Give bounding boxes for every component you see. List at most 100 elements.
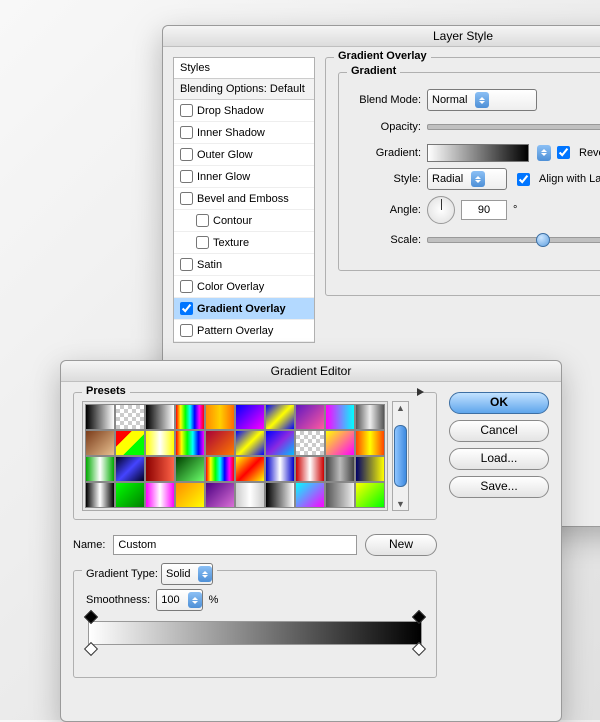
preset-swatch[interactable] (175, 430, 205, 456)
preset-swatch[interactable] (235, 482, 265, 508)
preset-swatch[interactable] (265, 482, 295, 508)
effect-checkbox[interactable] (180, 170, 193, 183)
color-stop-right[interactable] (412, 642, 426, 656)
save-button[interactable]: Save... (449, 476, 549, 498)
effect-checkbox[interactable] (180, 104, 193, 117)
preset-swatch[interactable] (325, 430, 355, 456)
blending-options-row[interactable]: Blending Options: Default (174, 79, 314, 100)
preset-swatch[interactable] (145, 404, 175, 430)
reverse-label: Reverse (579, 147, 600, 159)
angle-field[interactable] (461, 200, 507, 220)
preset-swatch[interactable] (235, 430, 265, 456)
preset-swatch[interactable] (205, 430, 235, 456)
scale-slider[interactable] (427, 237, 600, 243)
preset-swatch[interactable] (175, 404, 205, 430)
scroll-up-icon[interactable]: ▲ (396, 403, 405, 413)
presets-scrollbar[interactable]: ▲ ▼ (392, 401, 409, 511)
effect-checkbox[interactable] (180, 302, 193, 315)
cancel-button[interactable]: Cancel (449, 420, 549, 442)
effect-row-gradient-overlay[interactable]: Gradient Overlay (174, 298, 314, 320)
preset-swatch[interactable] (85, 482, 115, 508)
type-select[interactable]: Solid (161, 563, 213, 585)
new-button[interactable]: New (365, 534, 437, 556)
reverse-checkbox[interactable] (557, 146, 570, 159)
effect-row-inner-shadow[interactable]: Inner Shadow (174, 122, 314, 144)
preset-swatch[interactable] (115, 430, 145, 456)
preset-swatch[interactable] (325, 404, 355, 430)
load-button[interactable]: Load... (449, 448, 549, 470)
effect-row-pattern-overlay[interactable]: Pattern Overlay (174, 320, 314, 342)
effect-checkbox[interactable] (196, 236, 209, 249)
preset-swatch[interactable] (205, 404, 235, 430)
effect-checkbox[interactable] (180, 258, 193, 271)
preset-swatch[interactable] (145, 482, 175, 508)
angle-label: Angle: (351, 204, 421, 216)
gradient-swatch[interactable] (427, 144, 529, 162)
gradient-dropdown-icon[interactable] (537, 145, 551, 161)
preset-swatch[interactable] (325, 482, 355, 508)
preset-swatch[interactable] (115, 482, 145, 508)
scroll-down-icon[interactable]: ▼ (396, 499, 405, 509)
effect-row-inner-glow[interactable]: Inner Glow (174, 166, 314, 188)
effect-row-drop-shadow[interactable]: Drop Shadow (174, 100, 314, 122)
blend-mode-label: Blend Mode: (351, 94, 421, 106)
color-stop-left[interactable] (84, 642, 98, 656)
style-select[interactable]: Radial (427, 168, 507, 190)
align-checkbox[interactable] (517, 173, 530, 186)
preset-swatch[interactable] (355, 482, 385, 508)
preset-swatch[interactable] (145, 430, 175, 456)
pct-label-3: % (209, 594, 219, 606)
preset-swatch[interactable] (175, 456, 205, 482)
preset-swatch[interactable] (295, 456, 325, 482)
gradient-bar[interactable] (88, 621, 422, 645)
opacity-stop-left[interactable] (84, 610, 98, 624)
preset-swatch[interactable] (295, 404, 325, 430)
preset-swatch[interactable] (205, 482, 235, 508)
blend-mode-select[interactable]: Normal (427, 89, 537, 111)
smooth-field[interactable]: 100 (156, 589, 202, 611)
angle-dial[interactable] (427, 196, 455, 224)
preset-swatch[interactable] (295, 430, 325, 456)
presets-grid (82, 401, 388, 511)
ok-button[interactable]: OK (449, 392, 549, 414)
preset-swatch[interactable] (265, 430, 295, 456)
effect-row-bevel-and-emboss[interactable]: Bevel and Emboss (174, 188, 314, 210)
effect-checkbox[interactable] (180, 126, 193, 139)
preset-swatch[interactable] (205, 456, 235, 482)
preset-swatch[interactable] (265, 404, 295, 430)
preset-swatch[interactable] (355, 456, 385, 482)
preset-swatch[interactable] (85, 430, 115, 456)
effect-checkbox[interactable] (180, 324, 193, 337)
effect-label: Texture (213, 237, 249, 249)
effect-row-texture[interactable]: Texture (174, 232, 314, 254)
effect-checkbox[interactable] (180, 192, 193, 205)
effect-checkbox[interactable] (180, 148, 193, 161)
presets-menu-icon[interactable] (417, 388, 428, 396)
preset-swatch[interactable] (325, 456, 355, 482)
preset-swatch[interactable] (235, 456, 265, 482)
preset-swatch[interactable] (355, 404, 385, 430)
effect-row-contour[interactable]: Contour (174, 210, 314, 232)
effect-row-outer-glow[interactable]: Outer Glow (174, 144, 314, 166)
preset-swatch[interactable] (295, 482, 325, 508)
opacity-stop-right[interactable] (412, 610, 426, 624)
name-field[interactable] (113, 535, 357, 555)
effect-checkbox[interactable] (180, 280, 193, 293)
preset-swatch[interactable] (175, 482, 205, 508)
effect-label: Contour (213, 215, 252, 227)
preset-swatch[interactable] (115, 456, 145, 482)
gradient-legend: Gradient (347, 65, 400, 77)
effect-row-satin[interactable]: Satin (174, 254, 314, 276)
preset-swatch[interactable] (145, 456, 175, 482)
preset-swatch[interactable] (115, 404, 145, 430)
effect-row-color-overlay[interactable]: Color Overlay (174, 276, 314, 298)
preset-swatch[interactable] (265, 456, 295, 482)
styles-header[interactable]: Styles (174, 58, 314, 79)
effect-checkbox[interactable] (196, 214, 209, 227)
styles-list: Styles Blending Options: Default Drop Sh… (173, 57, 315, 343)
preset-swatch[interactable] (235, 404, 265, 430)
opacity-slider[interactable] (427, 124, 600, 130)
preset-swatch[interactable] (85, 456, 115, 482)
preset-swatch[interactable] (355, 430, 385, 456)
preset-swatch[interactable] (85, 404, 115, 430)
